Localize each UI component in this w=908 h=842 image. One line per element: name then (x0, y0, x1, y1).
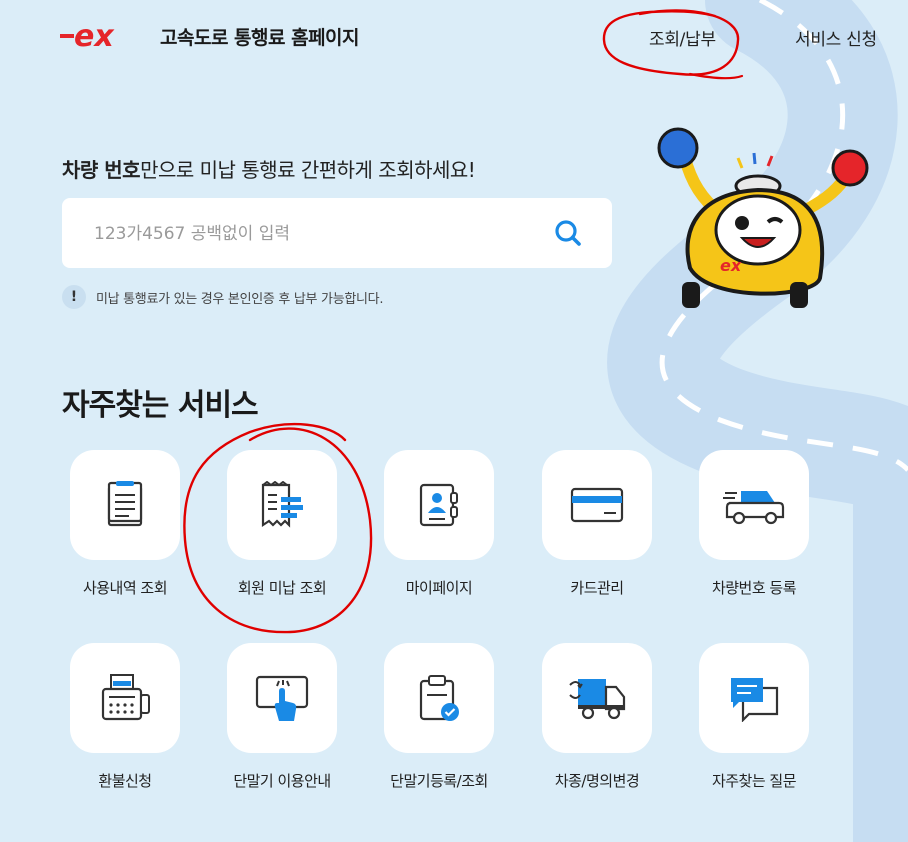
site-logo[interactable]: ex 고속도로 통행료 홈페이지 (60, 22, 360, 50)
terminal-guide-icon (255, 675, 309, 721)
header: ex 고속도로 통행료 홈페이지 조회/납부 서비스 신청 (0, 0, 908, 70)
usage-history-icon (107, 481, 143, 527)
ex-logo-icon: ex (60, 22, 115, 50)
service-tile[interactable] (699, 450, 809, 560)
truck-icon (569, 679, 626, 720)
service-terminal-register[interactable]: 단말기등록/조회 (384, 643, 494, 793)
service-tile[interactable] (384, 450, 494, 560)
my-page-icon (419, 483, 458, 527)
search-icon[interactable] (554, 219, 582, 247)
service-label: 차종/명의변경 (554, 772, 640, 790)
svg-text:ex: ex (720, 256, 742, 275)
svg-text:ex: ex (74, 22, 115, 50)
search-headline: 차량 번호만으로 미납 통행료 간편하게 조회하세요! (62, 154, 476, 183)
headline-bold: 차량 번호 (62, 158, 141, 182)
service-label: 사용내역 조회 (82, 579, 168, 597)
service-vehicle-registration[interactable]: 차량번호 등록 (699, 450, 809, 600)
service-label: 차량번호 등록 (711, 579, 797, 597)
service-member-unpaid[interactable]: 회원 미납 조회 (227, 450, 337, 600)
service-card-management[interactable]: 카드관리 (542, 450, 652, 600)
refund-icon (101, 674, 150, 721)
service-tile[interactable] (699, 643, 809, 753)
service-tile[interactable] (70, 643, 180, 753)
service-tile[interactable] (542, 643, 652, 753)
nav-inquiry-payment[interactable]: 조회/납부 (649, 25, 716, 50)
nav-service-apply[interactable]: 서비스 신청 (795, 25, 877, 50)
faq-icon (731, 678, 779, 722)
service-vehicle-type-change[interactable]: 차종/명의변경 (542, 643, 652, 793)
service-label: 자주찾는 질문 (711, 772, 797, 790)
card-icon (570, 487, 624, 523)
service-terminal-guide[interactable]: 단말기 이용안내 (227, 643, 337, 793)
service-refund[interactable]: 환불신청 (70, 643, 180, 793)
service-tile[interactable] (70, 450, 180, 560)
service-label: 카드관리 (570, 579, 624, 597)
service-label: 환불신청 (98, 772, 152, 790)
service-tile[interactable] (542, 450, 652, 560)
terminal-register-icon (419, 675, 459, 721)
service-label: 마이페이지 (405, 579, 473, 597)
receipt-icon (261, 481, 303, 528)
headline-rest: 만으로 미납 통행료 간편하게 조회하세요! (140, 158, 476, 182)
service-tile[interactable] (384, 643, 494, 753)
info-icon: ! (62, 285, 86, 309)
service-usage-history[interactable]: 사용내역 조회 (70, 450, 180, 600)
service-label: 회원 미납 조회 (237, 579, 327, 597)
service-tile[interactable] (227, 450, 337, 560)
plate-number-input[interactable] (92, 218, 536, 250)
service-label: 단말기 이용안내 (233, 772, 331, 790)
site-title: 고속도로 통행료 홈페이지 (160, 26, 360, 49)
service-my-page[interactable]: 마이페이지 (384, 450, 494, 600)
search-box (62, 198, 612, 268)
service-faq[interactable]: 자주찾는 질문 (699, 643, 809, 793)
service-label: 단말기등록/조회 (390, 772, 488, 790)
mascot-car-illustration: ex (657, 127, 869, 308)
notice: ! 미납 통행료가 있는 경우 본인인증 후 납부 가능합니다. (62, 285, 383, 309)
notice-text: 미납 통행료가 있는 경우 본인인증 후 납부 가능합니다. (96, 291, 384, 307)
service-tile[interactable] (227, 643, 337, 753)
car-icon (723, 491, 785, 525)
section-title: 자주찾는 서비스 (62, 388, 259, 423)
